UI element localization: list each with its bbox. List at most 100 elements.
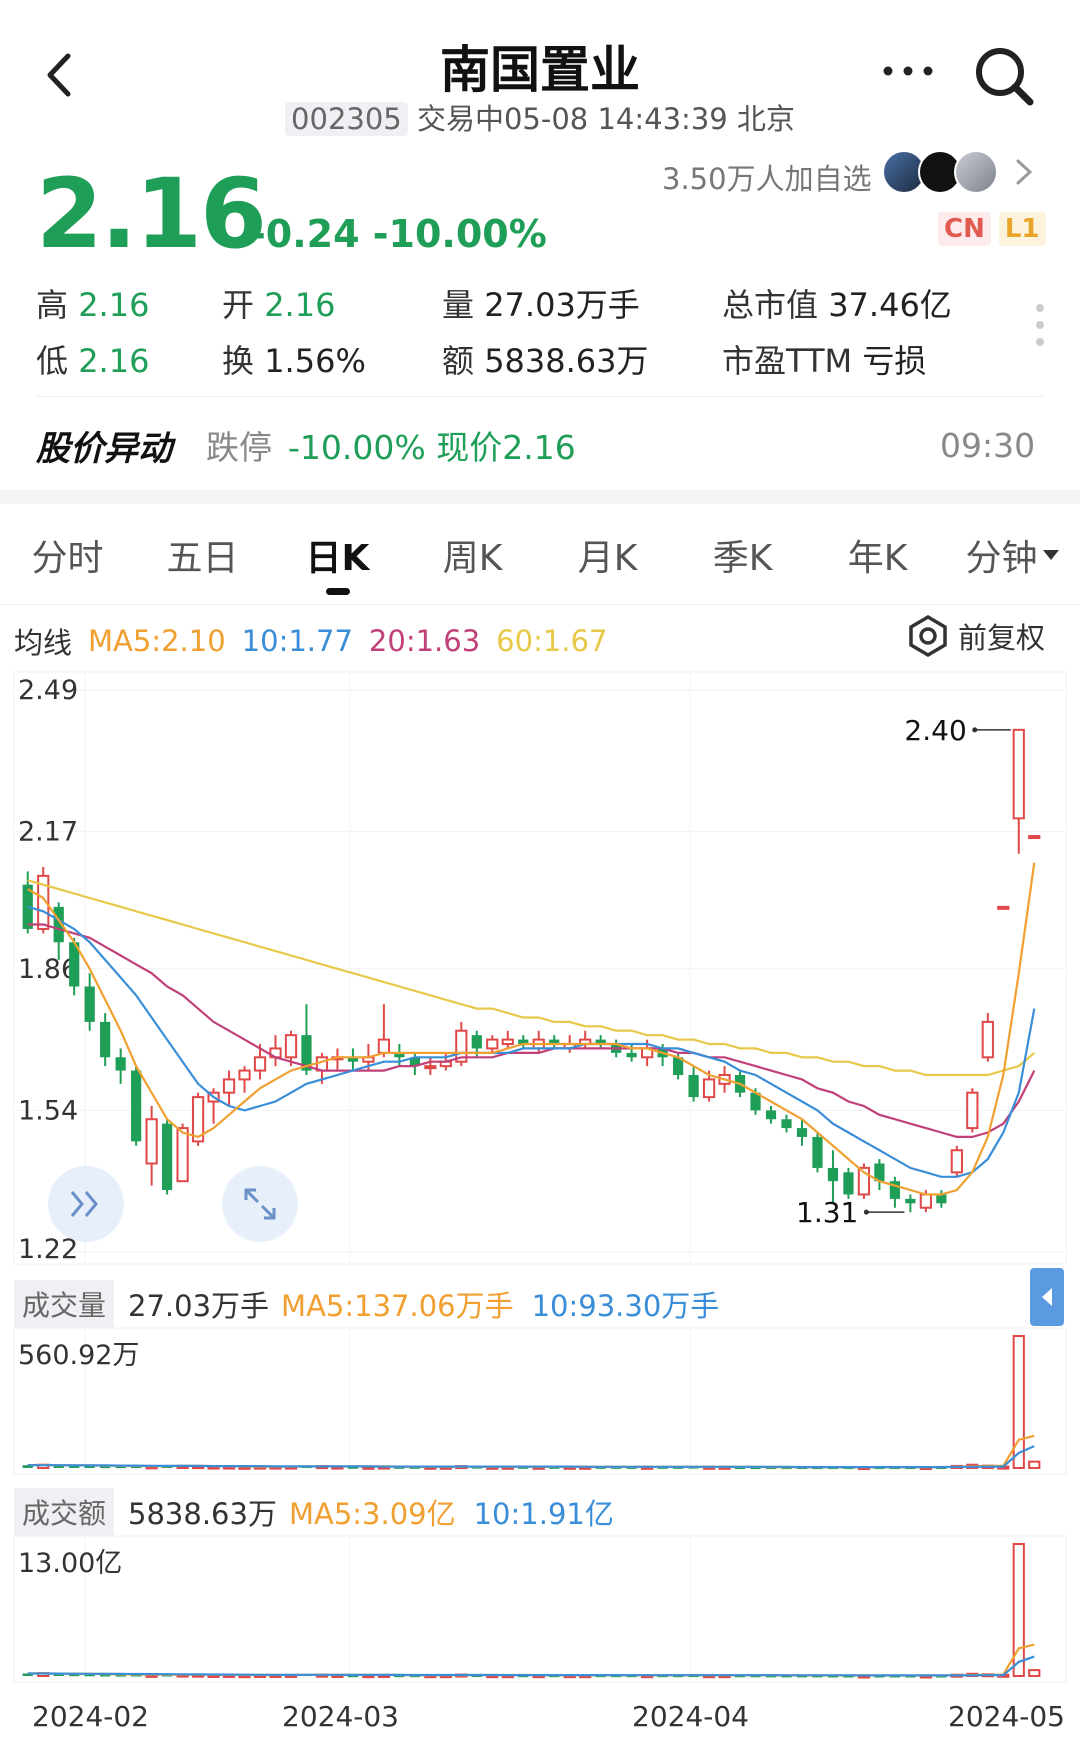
volume-chart: 560.92万: [13, 1327, 1067, 1475]
more-button[interactable]: [880, 56, 936, 86]
volume-bar: [1012, 1335, 1025, 1469]
volume-max-label: 560.92万: [18, 1340, 139, 1371]
candle: [84, 986, 95, 1022]
candle: [950, 1149, 963, 1174]
follower-avatars[interactable]: [882, 150, 1036, 194]
search-button[interactable]: [972, 44, 1036, 108]
period-tabs: 分时 五日 日K 周K 月K 季K 年K 分钟: [0, 530, 1080, 580]
amount-chart: 13.00亿: [13, 1535, 1067, 1683]
candle: [966, 1091, 979, 1130]
min-marker-dot: [863, 1209, 869, 1215]
candle: [222, 1078, 236, 1094]
x-axis-label: 2024-05: [948, 1700, 1065, 1733]
tab-day-k[interactable]: 日K: [270, 529, 405, 581]
stat-market-cap: 总市值 37.46亿: [722, 286, 952, 324]
max-price-label: 2.40: [904, 714, 966, 747]
ma5-value: MA5:2.10: [88, 624, 226, 658]
stat-amount: 额 5838.63万: [442, 342, 649, 380]
candle: [115, 1057, 126, 1071]
kline-chart[interactable]: 2.492.171.861.541.222.401.31: [0, 668, 1080, 1268]
x-axis-label: 2024-02: [32, 1700, 149, 1733]
ma60-value: 60:1.67: [496, 624, 608, 658]
amount-ma5-line: [27, 1643, 1035, 1677]
y-axis-tick: 2.49: [18, 675, 78, 706]
stat-high: 高 2.16: [36, 286, 150, 324]
tab-quarter-k[interactable]: 季K: [675, 529, 810, 581]
candle: [843, 1172, 854, 1195]
ma20-line: [27, 923, 1036, 1138]
stat-pe-ttm: 市盈TTM 亏损: [722, 342, 927, 380]
section-gap: [0, 490, 1080, 504]
adjust-toggle[interactable]: 前复权: [906, 614, 1045, 658]
double-chevron-right-icon: [70, 1191, 98, 1217]
fullscreen-button[interactable]: [222, 1166, 298, 1242]
expand-icon: [244, 1188, 276, 1220]
chevron-right-icon: [1016, 159, 1033, 185]
ma-legend: 均线 MA5:2.10 10:1.77 20:1.63 60:1.67: [14, 624, 608, 660]
tab-year-k[interactable]: 年K: [810, 529, 945, 581]
candle: [131, 1070, 142, 1142]
more-icon: [883, 66, 933, 76]
level-badge-l1: L1: [998, 212, 1046, 246]
stock-code: 002305: [285, 102, 408, 136]
price-alert-row[interactable]: 股价异动 跌停 -10.00% 现价2.16 09:30: [0, 410, 1080, 480]
x-axis-label: 2024-04: [632, 1700, 749, 1733]
ma20-value: 20:1.63: [368, 624, 481, 658]
chart-frame: [13, 1327, 1067, 1475]
candle: [796, 1128, 808, 1137]
candle: [827, 1167, 839, 1182]
volume-legend: 成交量 27.03万手 MA5:137.06万手 10:93.30万手: [14, 1280, 719, 1328]
tab-minutes-dropdown[interactable]: 分钟: [945, 529, 1080, 581]
trading-status: 交易中05-08 14:43:39 北京: [416, 102, 795, 136]
alert-type: 跌停: [206, 428, 272, 467]
caret-down-icon: [1042, 550, 1059, 560]
fast-forward-button[interactable]: [48, 1166, 124, 1242]
stat-turnover: 换 1.56%: [222, 342, 366, 380]
search-icon: [976, 48, 1034, 106]
watchlist-count[interactable]: 3.50万人加自选: [662, 156, 872, 198]
alert-time: 09:30: [940, 425, 1036, 465]
candle: [486, 1038, 499, 1050]
price-change: -0.24 -10.00%: [250, 212, 547, 256]
collapse-panel-button[interactable]: [1030, 1268, 1064, 1326]
amount-ma10-line: [27, 1655, 1035, 1677]
alert-detail: -10.00% 现价2.16: [288, 428, 576, 467]
candle: [919, 1193, 932, 1209]
current-price: 2.16: [36, 158, 267, 270]
tab-week-k[interactable]: 周K: [405, 529, 540, 581]
y-axis-tick: 2.17: [18, 817, 78, 848]
candle: [997, 905, 1010, 910]
stat-low: 低 2.16: [36, 342, 150, 380]
candle: [377, 1038, 391, 1054]
candle: [176, 1127, 189, 1183]
expand-stats-button[interactable]: [1032, 300, 1048, 350]
candle: [905, 1198, 916, 1204]
candle: [1028, 835, 1041, 840]
candle: [1012, 728, 1025, 820]
divider: [0, 604, 1080, 605]
min-price-label: 1.31: [796, 1196, 858, 1229]
candle: [812, 1136, 823, 1168]
candle: [284, 1034, 298, 1059]
candle: [981, 1020, 994, 1059]
divider: [36, 396, 1044, 397]
tab-minute[interactable]: 分时: [0, 529, 135, 581]
volume-ma5-line: [27, 1434, 1035, 1469]
candle: [145, 1118, 158, 1165]
tab-month-k[interactable]: 月K: [540, 529, 675, 581]
amount-max-label: 13.00亿: [18, 1548, 122, 1579]
candle: [765, 1110, 777, 1120]
candle: [161, 1123, 173, 1191]
stat-open: 开 2.16: [222, 286, 336, 324]
alert-title: 股价异动: [36, 428, 172, 469]
tab-five-day[interactable]: 五日: [135, 529, 270, 581]
candle: [781, 1119, 792, 1129]
vertical-dots-icon: [1036, 304, 1044, 346]
candle: [702, 1078, 716, 1099]
stat-volume: 量 27.03万手: [442, 286, 640, 324]
x-axis-label: 2024-03: [282, 1700, 399, 1733]
settings-hexagon-icon: [909, 614, 947, 658]
volume-bar: [1028, 1460, 1041, 1470]
active-tab-indicator: [326, 588, 350, 595]
candle: [471, 1035, 482, 1049]
